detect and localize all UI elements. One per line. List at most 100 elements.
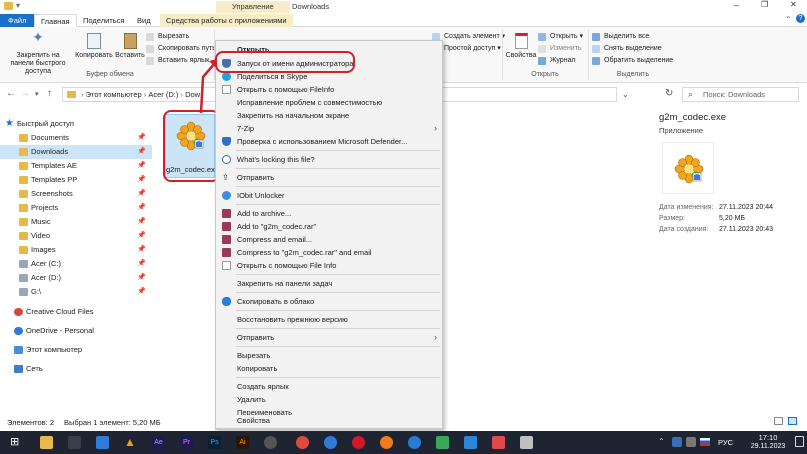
taskbar-app-icon[interactable] <box>492 436 505 449</box>
invert-selection-button[interactable]: Обратить выделение <box>592 55 673 66</box>
windows-start-icon[interactable]: ⊞ <box>10 437 19 448</box>
taskbar-app-icon[interactable] <box>520 436 533 449</box>
flag-icon[interactable] <box>700 438 710 446</box>
menu-item-defender[interactable]: Проверка с использованием Microsoft Defe… <box>216 135 442 148</box>
help-icon[interactable]: ? <box>796 14 805 23</box>
menu-item-create-shortcut[interactable]: Создать ярлык <box>216 380 442 393</box>
pin-icon[interactable]: 📌 <box>137 131 146 145</box>
pin-icon[interactable]: 📌 <box>137 173 146 187</box>
firefox-icon[interactable] <box>380 436 393 449</box>
taskbar-app-icon[interactable] <box>408 436 421 449</box>
nav-this-pc[interactable]: Этот компьютер <box>0 343 152 357</box>
illustrator-icon[interactable]: Ai <box>236 436 249 449</box>
crumb-this-pc[interactable]: Этот компьютер <box>86 90 142 99</box>
menu-item-compress-rar-email[interactable]: Compress to "g2m_codec.rar" and email <box>216 246 442 259</box>
nav-item-images[interactable]: Images 📌 <box>0 243 152 257</box>
nav-item-drive-g[interactable]: G:\ 📌 <box>0 285 152 299</box>
up-arrow-icon[interactable]: ↑ <box>47 88 52 99</box>
clock-date[interactable]: 29.11.2023 <box>744 443 792 450</box>
nav-item-music[interactable]: Music 📌 <box>0 215 152 229</box>
taskbar-app-icon[interactable] <box>264 436 277 449</box>
tray-app-icon[interactable] <box>672 437 682 447</box>
nav-item-screenshots[interactable]: Screenshots 📌 <box>0 187 152 201</box>
taskbar-app-icon[interactable] <box>68 436 81 449</box>
menu-item-send-share[interactable]: ⇪ Отправить <box>216 171 442 184</box>
properties-button[interactable]: Свойства <box>504 33 538 60</box>
ribbon-collapse-icon[interactable]: ⌃ <box>785 15 792 24</box>
premiere-icon[interactable]: Pr <box>180 436 193 449</box>
history-button[interactable]: Журнал <box>538 55 576 66</box>
nav-item-templates-ae[interactable]: Templates AE 📌 <box>0 159 152 173</box>
menu-item-send-to[interactable]: Отправить › <box>216 331 442 344</box>
pin-icon[interactable]: 📌 <box>137 145 146 159</box>
paste-button[interactable]: Вставить <box>114 33 146 60</box>
address-dropdown-icon[interactable]: ⌄ <box>622 90 629 99</box>
notification-icon[interactable] <box>795 436 804 447</box>
nav-item-documents[interactable]: Documents 📌 <box>0 131 152 145</box>
menu-item-copy-cloud[interactable]: Скопировать в облако <box>216 295 442 308</box>
close-button[interactable]: ✕ <box>790 0 797 9</box>
select-none-button[interactable]: Снять выделение <box>592 43 662 54</box>
nav-quick-access[interactable]: ★ Быстрый доступ <box>0 117 152 131</box>
menu-item-open-fileinfo[interactable]: Открыть с помощью FileInfo <box>216 83 442 96</box>
tab-file[interactable]: Файл <box>0 14 35 27</box>
menu-item-7zip[interactable]: 7-Zip › <box>216 122 442 135</box>
menu-item-compress-email[interactable]: Compress and email... <box>216 233 442 246</box>
forward-arrow-icon[interactable]: → <box>20 88 30 99</box>
pin-icon[interactable]: 📌 <box>137 187 146 201</box>
nav-item-drive-d[interactable]: Acer (D:) 📌 <box>0 271 152 285</box>
nav-creative-cloud[interactable]: Creative Cloud Files <box>0 305 152 319</box>
open-button[interactable]: Открыть ▾ <box>538 31 583 42</box>
opera-icon[interactable] <box>352 436 365 449</box>
taskbar-app-icon[interactable] <box>96 436 109 449</box>
pin-icon[interactable]: 📌 <box>137 229 146 243</box>
crumb-drive[interactable]: Acer (D:) <box>148 90 178 99</box>
large-icons-view-icon[interactable] <box>788 417 797 425</box>
menu-item-iobit[interactable]: IObit Unlocker <box>216 189 442 202</box>
pin-icon[interactable]: 📌 <box>137 243 146 257</box>
menu-item-add-rar[interactable]: Add to "g2m_codec.rar" <box>216 220 442 233</box>
photoshop-icon[interactable]: Ps <box>208 436 221 449</box>
taskbar-app-icon[interactable] <box>436 436 449 449</box>
copy-path-button[interactable]: Скопировать путь <box>146 43 216 54</box>
chevron-up-icon[interactable]: ⌃ <box>658 437 665 446</box>
pin-icon[interactable]: 📌 <box>137 257 146 271</box>
maximize-button[interactable]: ❐ <box>761 0 768 9</box>
edit-button[interactable]: Изменить <box>538 43 582 54</box>
nav-network[interactable]: Сеть <box>0 362 152 376</box>
after-effects-icon[interactable]: Ae <box>152 436 165 449</box>
menu-item-cut[interactable]: Вырезать <box>216 349 442 362</box>
search-input[interactable]: ⌕ Поиск: Downloads <box>682 87 799 102</box>
minimize-button[interactable]: – <box>734 0 739 10</box>
select-all-button[interactable]: Выделить все <box>592 31 649 42</box>
nav-item-video[interactable]: Video 📌 <box>0 229 152 243</box>
refresh-icon[interactable]: ↻ <box>665 88 673 99</box>
tab-share[interactable]: Поделиться <box>77 14 130 27</box>
menu-item-compatibility[interactable]: Исправление проблем с совместимостью <box>216 96 442 109</box>
chrome-icon[interactable] <box>296 436 309 449</box>
menu-item-delete[interactable]: Удалить <box>216 393 442 406</box>
taskbar-app-icon[interactable] <box>324 436 337 449</box>
nav-item-downloads[interactable]: Downloads 📌 <box>0 145 152 159</box>
taskbar-app-icon[interactable] <box>464 436 477 449</box>
back-arrow-icon[interactable]: ← <box>6 88 16 99</box>
menu-item-pin-start[interactable]: Закрепить на начальном экране <box>216 109 442 122</box>
menu-item-restore-version[interactable]: Восстановить прежнюю версию <box>216 313 442 326</box>
vlc-icon[interactable]: ▲ <box>124 436 137 449</box>
menu-item-whats-locking[interactable]: What's locking this file? <box>216 153 442 166</box>
pin-icon[interactable]: 📌 <box>137 201 146 215</box>
menu-item-properties[interactable]: Свойства <box>215 415 443 429</box>
menu-item-open-file-info[interactable]: Открыть с помощью File Info <box>216 259 442 272</box>
cut-button[interactable]: Вырезать <box>146 31 189 42</box>
nav-onedrive[interactable]: OneDrive - Personal <box>0 324 152 338</box>
nav-item-projects[interactable]: Projects 📌 <box>0 201 152 215</box>
pin-icon[interactable]: 📌 <box>137 215 146 229</box>
pin-icon[interactable]: 📌 <box>137 159 146 173</box>
menu-item-add-archive[interactable]: Add to archive... <box>216 207 442 220</box>
tab-home[interactable]: Главная <box>34 14 77 27</box>
recent-dropdown-icon[interactable]: ▾ <box>35 90 39 98</box>
network-tray-icon[interactable] <box>686 437 696 447</box>
clock-time[interactable]: 17:10 <box>748 433 788 442</box>
menu-item-copy[interactable]: Копировать <box>216 362 442 375</box>
tab-app-tools[interactable]: Средства работы с приложениями <box>160 14 293 27</box>
